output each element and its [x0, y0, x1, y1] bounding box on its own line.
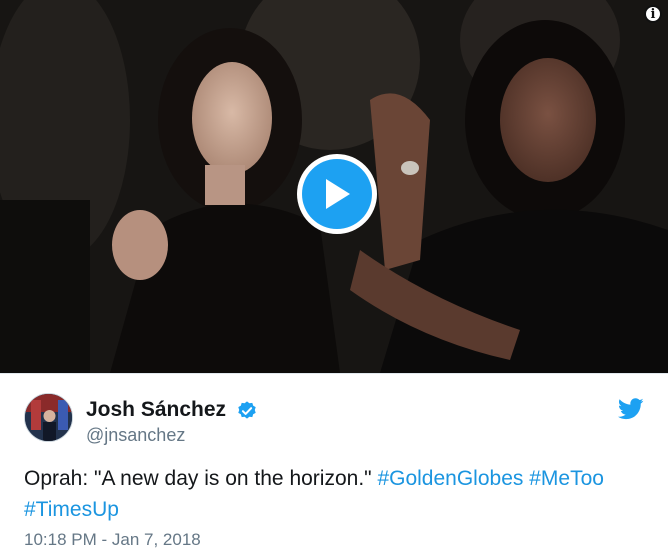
tweet-card: Josh Sánchez @jnsanchez Oprah: "A new da… — [0, 373, 668, 555]
author-handle[interactable]: @jnsanchez — [86, 425, 185, 446]
verified-badge-icon — [238, 401, 256, 419]
avatar[interactable] — [24, 393, 73, 442]
hashtag-link[interactable]: #GoldenGlobes — [377, 467, 523, 490]
hashtag-link[interactable]: #TimesUp — [24, 498, 119, 521]
twitter-bird-icon[interactable] — [618, 398, 644, 420]
tweet-text: Oprah: "A new day is on the horizon." #G… — [24, 463, 644, 525]
play-icon — [302, 159, 372, 229]
video-media[interactable]: i — [0, 0, 668, 373]
play-button[interactable] — [297, 154, 377, 234]
author-display-name[interactable]: Josh Sánchez — [86, 398, 226, 422]
tweet-timestamp[interactable]: 10:18 PM - Jan 7, 2018 — [24, 530, 201, 550]
hashtag-link[interactable]: #MeToo — [529, 467, 604, 490]
info-icon[interactable]: i — [644, 5, 662, 23]
tweet-body: Oprah: "A new day is on the horizon." — [24, 467, 372, 490]
